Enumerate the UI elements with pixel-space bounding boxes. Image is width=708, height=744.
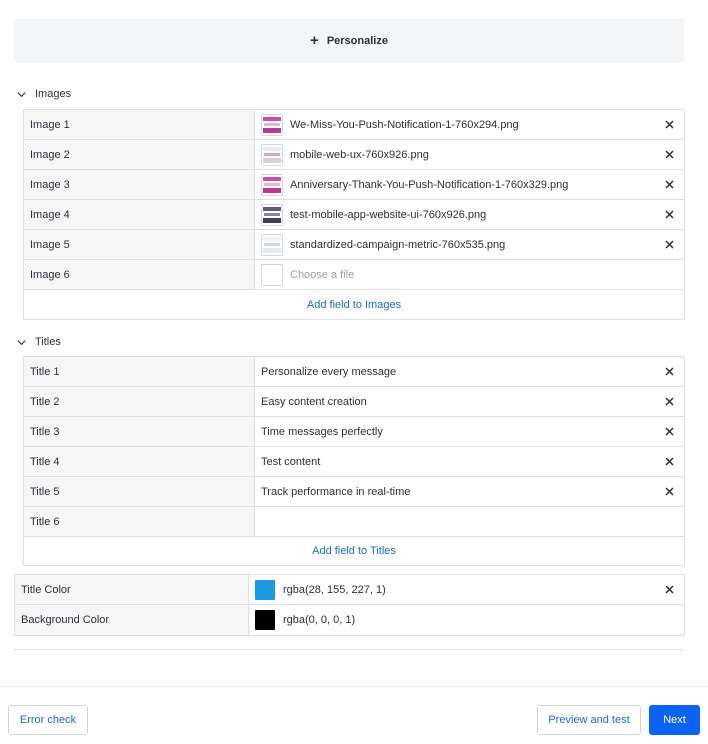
title-input[interactable]: Easy content creation — [255, 387, 684, 416]
chevron-down-icon — [17, 339, 26, 345]
title-value: Time messages perfectly — [261, 425, 383, 438]
image-row-3: Image 3 Anniversary-Thank-You-Push-Notif… — [24, 170, 684, 200]
close-icon[interactable] — [662, 583, 676, 597]
image-file-name: standardized-campaign-metric-760x535.png — [290, 238, 506, 251]
next-button[interactable]: Next — [649, 705, 700, 735]
title-input[interactable] — [255, 507, 684, 536]
titles-section-title: Titles — [35, 336, 61, 348]
close-icon[interactable] — [662, 178, 676, 192]
title-value: Personalize every message — [261, 365, 397, 378]
image-thumbnail — [261, 233, 283, 256]
close-icon[interactable] — [662, 455, 676, 469]
image-row-label: Image 4 — [24, 200, 255, 229]
error-check-button[interactable]: Error check — [8, 705, 88, 735]
title-value: Track performance in real-time — [261, 485, 411, 498]
image-row-2: Image 2 mobile-web-ux-760x926.png — [24, 140, 684, 170]
image-row-value[interactable]: Anniversary-Thank-You-Push-Notification-… — [255, 170, 684, 199]
close-icon[interactable] — [662, 208, 676, 222]
close-icon[interactable] — [662, 238, 676, 252]
colors-table: Title Color rgba(28, 155, 227, 1) Backgr… — [14, 574, 685, 636]
title-input[interactable]: Personalize every message — [255, 357, 684, 386]
background-color-label: Background Color — [15, 605, 249, 635]
personalize-label: Personalize — [326, 34, 388, 47]
title-input[interactable]: Test content — [255, 447, 684, 476]
image-row-1: Image 1 We-Miss-You-Push-Notification-1-… — [24, 110, 684, 140]
title-value: Easy content creation — [261, 395, 367, 408]
chevron-down-icon — [17, 91, 26, 97]
add-image-field-link[interactable]: Add field to Images — [24, 290, 684, 319]
choose-file-placeholder: Choose a file — [290, 268, 355, 281]
title-value: Test content — [261, 455, 321, 468]
title-row-2: Title 2 Easy content creation — [24, 387, 684, 417]
image-row-6: Image 6 Choose a file — [24, 260, 684, 290]
file-picker[interactable]: Choose a file — [255, 260, 684, 289]
background-color-picker[interactable]: rgba(0, 0, 0, 1) — [249, 605, 684, 635]
image-row-value[interactable]: We-Miss-You-Push-Notification-1-760x294.… — [255, 110, 684, 139]
title-row-label: Title 1 — [24, 357, 255, 386]
close-icon[interactable] — [662, 425, 676, 439]
image-row-label: Image 6 — [24, 260, 255, 289]
background-color-row: Background Color rgba(0, 0, 0, 1) — [15, 605, 684, 635]
image-row-value[interactable]: test-mobile-app-website-ui-760x926.png — [255, 200, 684, 229]
image-file-name: mobile-web-ux-760x926.png — [290, 148, 429, 161]
title-color-row: Title Color rgba(28, 155, 227, 1) — [15, 575, 684, 605]
close-icon[interactable] — [662, 485, 676, 499]
preview-and-test-button[interactable]: Preview and test — [537, 705, 641, 735]
image-thumbnail — [261, 173, 283, 196]
titles-section-toggle[interactable]: Titles — [16, 334, 61, 350]
empty-thumbnail — [261, 263, 283, 286]
image-thumbnail — [261, 113, 283, 136]
image-row-4: Image 4 test-mobile-app-website-ui-760x9… — [24, 200, 684, 230]
title-row-1: Title 1 Personalize every message — [24, 357, 684, 387]
close-icon[interactable] — [662, 118, 676, 132]
image-row-5: Image 5 standardized-campaign-metric-760… — [24, 230, 684, 260]
title-color-label: Title Color — [15, 575, 249, 604]
image-thumbnail — [261, 203, 283, 226]
image-file-name: Anniversary-Thank-You-Push-Notification-… — [290, 178, 569, 191]
title-input[interactable]: Track performance in real-time — [255, 477, 684, 506]
image-row-value[interactable]: mobile-web-ux-760x926.png — [255, 140, 684, 169]
title-row-label: Title 4 — [24, 447, 255, 476]
add-title-field-link[interactable]: Add field to Titles — [24, 537, 684, 565]
plus-icon: + — [310, 32, 319, 49]
close-icon[interactable] — [662, 365, 676, 379]
title-input[interactable]: Time messages perfectly — [255, 417, 684, 446]
close-icon[interactable] — [662, 148, 676, 162]
footer-bar: Error check Preview and test Next — [0, 686, 708, 744]
images-section-title: Images — [35, 88, 72, 100]
images-table: Image 1 We-Miss-You-Push-Notification-1-… — [23, 109, 685, 320]
title-row-label: Title 5 — [24, 477, 255, 506]
title-color-picker[interactable]: rgba(28, 155, 227, 1) — [249, 575, 684, 604]
image-file-name: We-Miss-You-Push-Notification-1-760x294.… — [290, 118, 519, 131]
title-row-6: Title 6 — [24, 507, 684, 537]
personalize-button[interactable]: + Personalize — [14, 18, 684, 63]
image-row-label: Image 5 — [24, 230, 255, 259]
images-section-toggle[interactable]: Images — [16, 86, 71, 102]
image-row-value[interactable]: standardized-campaign-metric-760x535.png — [255, 230, 684, 259]
title-color-value: rgba(28, 155, 227, 1) — [283, 583, 386, 596]
image-row-label: Image 3 — [24, 170, 255, 199]
background-color-value: rgba(0, 0, 0, 1) — [283, 614, 356, 626]
title-row-label: Title 2 — [24, 387, 255, 416]
close-icon[interactable] — [662, 395, 676, 409]
image-row-label: Image 2 — [24, 140, 255, 169]
title-row-4: Title 4 Test content — [24, 447, 684, 477]
color-swatch[interactable] — [255, 579, 275, 600]
title-row-label: Title 6 — [24, 507, 255, 536]
image-file-name: test-mobile-app-website-ui-760x926.png — [290, 208, 487, 221]
titles-table: Title 1 Personalize every message Title … — [23, 356, 685, 566]
title-row-3: Title 3 Time messages perfectly — [24, 417, 684, 447]
image-thumbnail — [261, 143, 283, 166]
title-row-5: Title 5 Track performance in real-time — [24, 477, 684, 507]
title-row-label: Title 3 — [24, 417, 255, 446]
image-row-label: Image 1 — [24, 110, 255, 139]
divider — [14, 649, 684, 650]
color-swatch[interactable] — [255, 610, 275, 630]
